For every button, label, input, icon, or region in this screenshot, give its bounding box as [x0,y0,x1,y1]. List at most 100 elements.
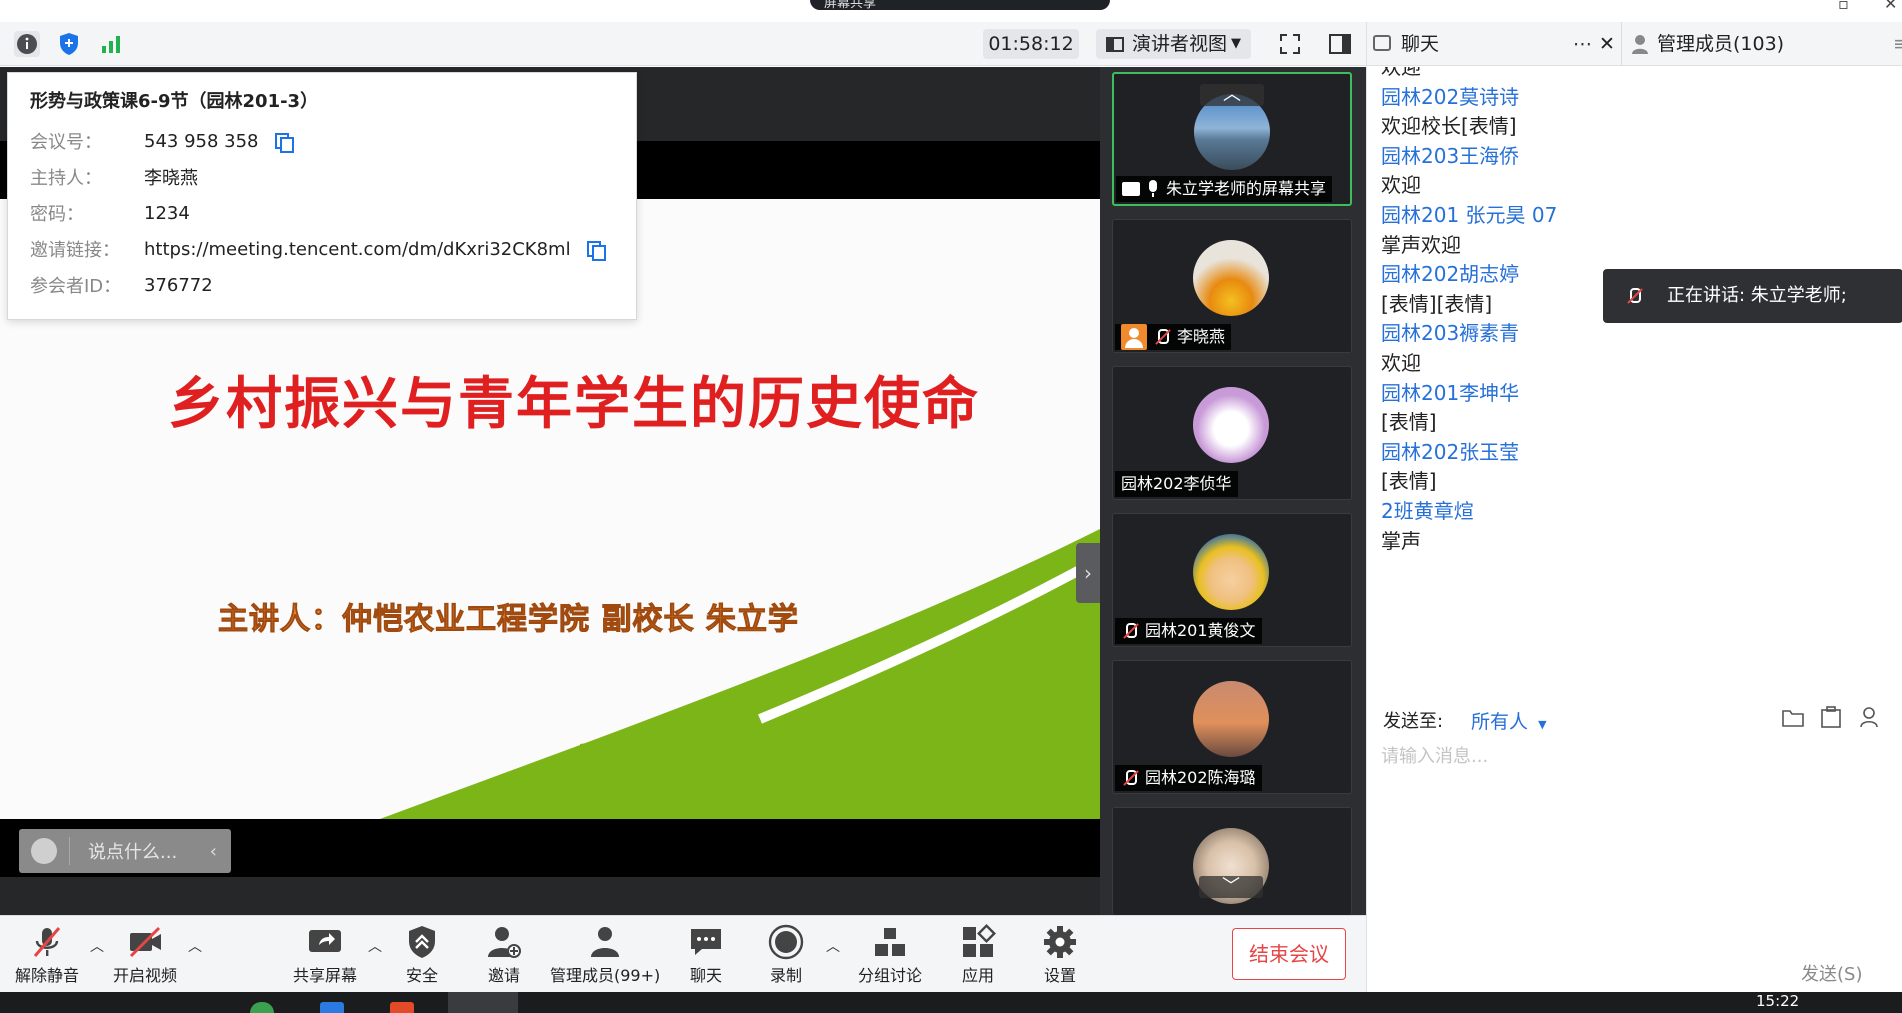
chevron-left-icon[interactable]: ‹ [210,841,217,862]
chat-sender[interactable]: 园林202胡志婷 [1381,258,1519,287]
view-mode-dropdown[interactable]: 演讲者视图 ▼ [1096,29,1251,59]
announcement-icon[interactable] [1819,706,1843,728]
chat-panel: 聊天 ⋯ ✕ 管理成员(103) ≡ 欢迎 园林202莫诗诗 欢迎校长[表情] 园林2… [1366,22,1902,992]
share-screen-button[interactable]: 共享屏幕 [292,924,358,986]
taskbar-app-icon[interactable] [390,1002,414,1013]
mic-muted-icon [1625,287,1643,305]
participant-tile[interactable]: ︿ 朱立学老师的屏幕共享 [1112,72,1352,206]
collapse-handle[interactable]: › [1076,543,1100,603]
say-something-bar[interactable]: 说点什么... ‹ [19,829,231,873]
restore-icon[interactable]: ▫ [1838,0,1849,13]
settings-button[interactable]: 设置 [1030,924,1090,986]
meeting-info-popup: 形势与政策课6-9节（园林201-3） 会议号： 543 958 358 主持人… [7,72,637,320]
video-label: 开启视频 [112,966,177,985]
info-label: 邀请链接： [30,240,120,261]
screen-share-pill[interactable]: 屏幕共享 [810,0,1110,10]
speaking-indicator: 正在讲话: 朱立学老师; [1603,269,1902,323]
taskbar-app-icon[interactable] [320,1002,344,1013]
emoji-icon[interactable] [31,838,57,864]
share-label: 共享屏幕 [292,966,357,985]
chevron-up-icon[interactable]: ︿ [188,936,202,956]
message-input[interactable]: 请输入消息... [1381,742,1488,768]
record-icon [768,924,804,960]
more-options-icon[interactable]: ⋯ [1573,22,1592,66]
signal-strength-icon[interactable] [98,31,124,57]
send-to-dropdown[interactable]: 所有人 ▼ [1471,707,1547,734]
security-shield-icon [404,924,440,960]
unmute-button[interactable]: 解除静音 [14,924,80,986]
members-icon [587,924,623,960]
invite-link-value[interactable]: https://meeting.tencent.com/dm/dKxri32CK… [144,239,571,260]
video-off-icon [127,924,163,960]
members-label: 管理成员(99+) [550,966,661,985]
chat-sender[interactable]: 园林202张玉莹 [1381,436,1519,465]
participant-namebar: 园林201黄俊文 [1115,618,1262,644]
chat-sender[interactable]: 2班黄章煊 [1381,495,1474,524]
manage-members-button[interactable]: 管理成员(99+) [550,924,660,986]
taskbar-app-icon[interactable] [250,1002,274,1013]
tab-chat[interactable]: 聊天 [1401,22,1439,66]
chat-message: 欢迎 [1381,173,1421,198]
panel-tabs: 聊天 ⋯ ✕ 管理成员(103) ≡ [1367,22,1902,66]
host-value: 李晓燕 [144,168,198,189]
screen-share-icon [1122,182,1140,196]
invite-button[interactable]: 邀请 [474,924,534,986]
share-screen-icon [307,924,343,960]
sidebar-toggle-icon[interactable] [1327,31,1353,57]
mic-muted-icon [1153,328,1171,346]
os-taskbar: 15:22 [0,992,1902,1013]
meeting-id-row: 会议号： 543 958 358 [30,123,614,159]
copy-icon[interactable] [586,241,606,261]
participant-tile[interactable]: 园林201黄俊文 [1112,513,1352,647]
participant-select-icon[interactable] [1859,706,1883,728]
close-icon[interactable]: ✕ [1599,22,1615,66]
chevron-up-icon[interactable]: ︿ [1200,84,1264,106]
close-window-icon[interactable]: ✕ [1884,0,1897,13]
participant-tile[interactable]: 园林202陈海璐 [1112,660,1352,794]
settings-label: 设置 [1043,966,1076,985]
chevron-up-icon[interactable]: ︿ [368,936,382,956]
copy-icon[interactable] [274,133,294,153]
security-label: 安全 [405,966,438,985]
tab-members[interactable]: 管理成员(103) [1657,22,1784,66]
apps-icon [960,924,996,960]
chat-sender[interactable]: 园林202莫诗诗 [1381,81,1519,110]
chat-sender[interactable]: 园林201李坤华 [1381,377,1519,406]
taskbar-app-active[interactable] [448,992,518,1013]
start-video-button[interactable]: 开启视频 [112,924,178,986]
password-value: 1234 [144,202,190,224]
host-row: 主持人： 李晓燕 [30,159,614,195]
chevron-up-icon[interactable]: ︿ [826,936,840,956]
info-icon[interactable] [14,31,40,57]
participant-tile[interactable]: 李晓燕 [1112,219,1352,353]
chat-label: 聊天 [689,966,722,985]
chat-message: 欢迎 [1381,351,1421,375]
chat-sender[interactable]: 园林203褥素青 [1381,317,1519,346]
meeting-title: 形势与政策课6-9节（园林201-3） [30,91,319,112]
participant-namebar: 李晓燕 [1115,324,1232,350]
end-meeting-button[interactable]: 结束会议 [1232,928,1346,980]
chat-sender[interactable]: 园林201 张元昊 07 [1381,199,1557,228]
apps-button[interactable]: 应用 [948,924,1008,986]
participant-name: 李晓燕 [1177,327,1226,346]
participant-tile[interactable]: 园林202李侦华 [1112,366,1352,500]
breakout-button[interactable]: 分组讨论 [850,924,930,986]
file-icon[interactable] [1781,706,1805,728]
fullscreen-icon[interactable] [1277,31,1303,57]
chevron-down-icon[interactable]: ﹀ [1199,876,1263,898]
avatar [1193,240,1269,316]
participant-namebar: 朱立学老师的屏幕共享 [1116,176,1333,202]
chevron-up-icon[interactable]: ︿ [90,936,104,956]
chat-sender[interactable]: 园林203王海侨 [1381,140,1519,169]
security-shield-icon[interactable] [56,31,82,57]
security-button[interactable]: 安全 [392,924,452,986]
window-title: 屏幕共享 [824,0,877,10]
meeting-toolbar: 解除静音 ︿ 开启视频 ︿ 共享屏幕 ︿ 安全 邀请 管理成员(99+) 聊天 … [0,915,1366,992]
send-button[interactable]: 发送(S) [1801,960,1862,986]
chat-button[interactable]: 聊天 [676,924,736,986]
record-button[interactable]: 录制 [756,924,816,986]
chat-message: 欢迎 [1381,67,1421,79]
send-to-label: 发送至: [1383,711,1444,732]
participant-tile[interactable]: ﹀ [1112,807,1352,915]
menu-icon[interactable]: ≡ [1893,22,1902,66]
